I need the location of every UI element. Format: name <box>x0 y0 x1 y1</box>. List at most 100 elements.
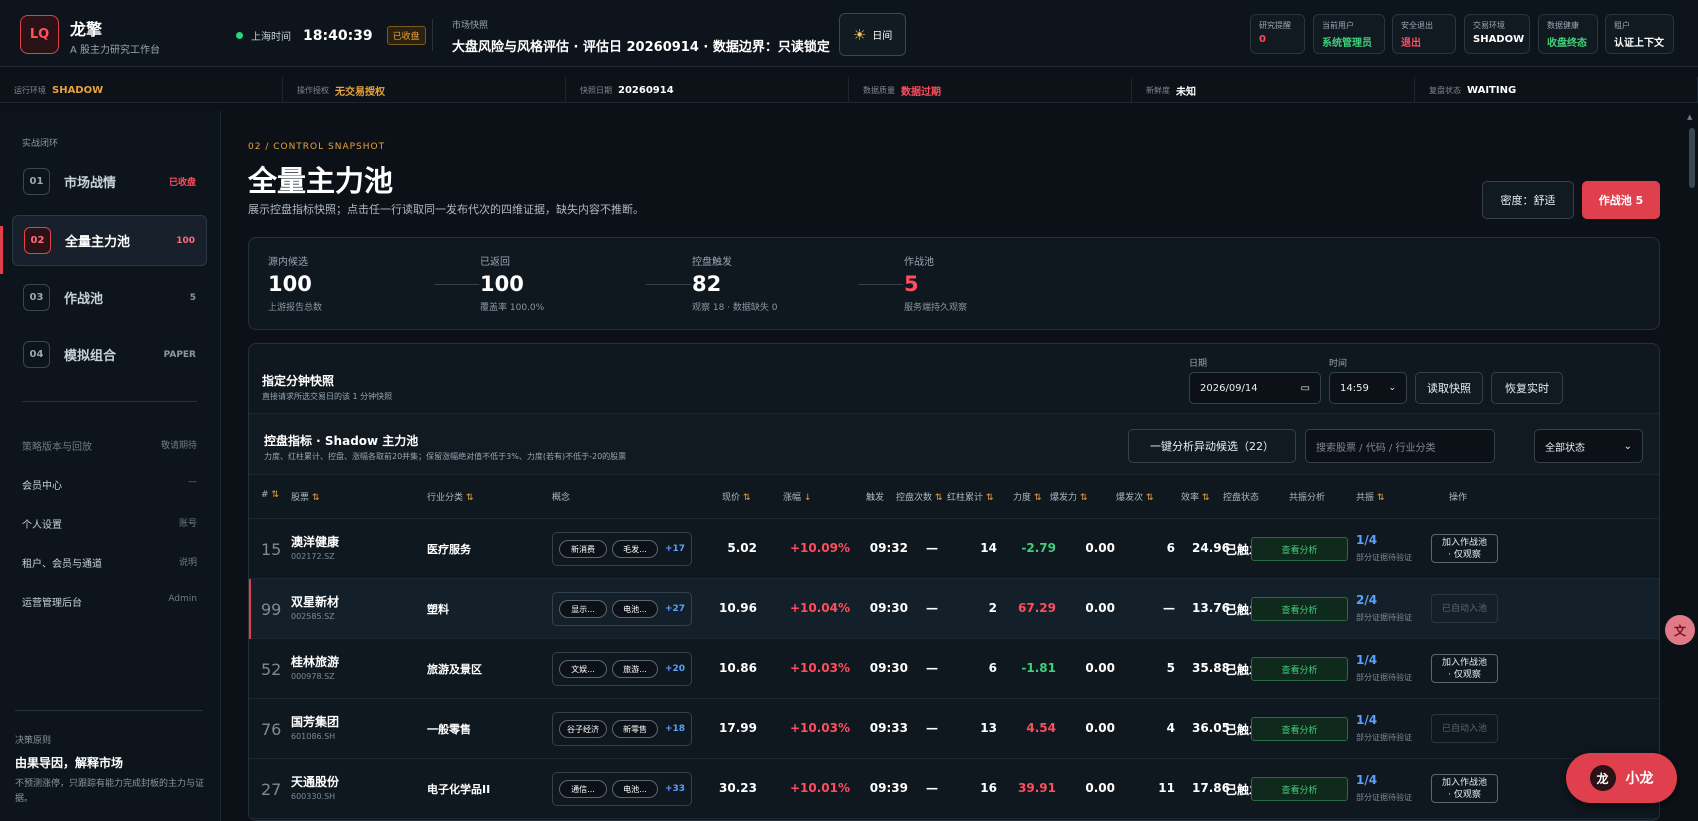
time-value: 14:59 <box>1340 382 1369 394</box>
column-header-cons[interactable]: 共振 ⇅ <box>1356 490 1385 503</box>
auto-added-label: 已自动入池 <box>1431 594 1498 623</box>
status-chip-2[interactable]: 安全退出 退出 <box>1392 14 1456 54</box>
sidebar-link-3[interactable]: 租户、会员与通道 说明 <box>22 555 197 570</box>
concept-more[interactable]: +17 <box>665 544 685 554</box>
table-row[interactable]: 15 澳洋健康 002172.SZ 医疗服务 新消费 毛发... +17 5.02 +10.09… <box>249 519 1659 579</box>
column-header-change[interactable]: 涨幅 ↓ <box>783 490 812 503</box>
column-label: 操作 <box>1449 493 1468 503</box>
stock-name[interactable]: 双星新材 <box>291 593 339 610</box>
column-header-burst_n[interactable]: 爆发次 ⇅ <box>1116 490 1154 503</box>
stock-name[interactable]: 国芳集团 <box>291 713 339 730</box>
concept-tags[interactable]: 通信... 电池... +33 <box>552 772 692 806</box>
concept-tag[interactable]: 显示... <box>559 600 607 618</box>
table-row[interactable]: 27 天通股份 600330.SH 电子化学品II 通信... 电池... +33 30.23… <box>249 759 1659 819</box>
status-chip-0[interactable]: 研究提醒 0 <box>1250 14 1305 54</box>
scrollbar-thumb[interactable] <box>1689 128 1695 188</box>
top-bar: LQ 龙擎 A 股主力研究工作台 上海时间 18:40:39 已收盘 市场快照 … <box>0 0 1698 67</box>
env-value: 数据过期 <box>901 86 941 98</box>
time-select[interactable]: 14:59 ⌄ <box>1329 372 1407 404</box>
table-row[interactable]: 76 国芳集团 601086.SH 一般零售 谷子经济 新零售 +18 17.99 +10.03… <box>249 699 1659 759</box>
read-snapshot-button[interactable]: 读取快照 <box>1415 372 1483 404</box>
column-header-force[interactable]: 力度 ⇅ <box>1013 490 1042 503</box>
concept-tags[interactable]: 谷子经济 新零售 +18 <box>552 712 692 746</box>
table-row[interactable]: 52 桂林旅游 000978.SZ 旅游及景区 文娱... 旅游... +20 10.86 +1… <box>249 639 1659 699</box>
resonance-note: 部分证据待验证 <box>1356 793 1412 802</box>
stock-name[interactable]: 天通股份 <box>291 773 339 790</box>
concept-tag[interactable]: 文娱... <box>559 660 607 678</box>
view-analysis-button[interactable]: 查看分析 <box>1251 777 1348 801</box>
sidebar-item-3[interactable]: 03 作战池 5 <box>12 272 207 323</box>
concept-tags[interactable]: 文娱... 旅游... +20 <box>552 652 692 686</box>
concept-more[interactable]: +27 <box>665 604 685 614</box>
status-chip-3[interactable]: 交易环境 SHADOW <box>1464 14 1530 54</box>
add-to-pool-button[interactable]: 加入作战池 · 仅观察 <box>1431 534 1498 563</box>
table-row[interactable]: 99 双星新材 002585.SZ 塑料 显示... 电池... +27 10.96 +10.0… <box>249 579 1659 639</box>
add-to-pool-button[interactable]: 加入作战池 · 仅观察 <box>1431 654 1498 683</box>
battle-pool-button[interactable]: 作战池 5 <box>1582 181 1660 219</box>
column-label: 效率 <box>1181 493 1200 503</box>
analyze-anomalies-button[interactable]: 一键分析异动候选（22） <box>1128 429 1296 463</box>
concept-tags[interactable]: 显示... 电池... +27 <box>552 592 692 626</box>
stat-sub: 上游报告总数 <box>268 303 323 313</box>
column-header-eff[interactable]: 效率 ⇅ <box>1181 490 1210 503</box>
concept-tag[interactable]: 电池... <box>612 780 658 798</box>
stock-name[interactable]: 澳洋健康 <box>291 533 339 550</box>
concept-tag[interactable]: 谷子经济 <box>559 720 607 738</box>
assistant-button[interactable]: 龙 小龙 <box>1566 753 1677 803</box>
column-header-burst[interactable]: 爆发力 ⇅ <box>1050 490 1088 503</box>
status-chip-value: 认证上下文 <box>1614 38 1664 49</box>
view-analysis-button[interactable]: 查看分析 <box>1251 537 1348 561</box>
row-index: 99 <box>261 600 282 619</box>
concept-tags[interactable]: 新消费 毛发... +17 <box>552 532 692 566</box>
sidebar-link-1[interactable]: 会员中心 — <box>22 477 197 492</box>
brand-name: 龙擎 <box>70 20 103 39</box>
concept-more[interactable]: +20 <box>665 664 685 674</box>
concept-more[interactable]: +33 <box>665 784 685 794</box>
table-header: # ⇅ 股票 ⇅ 行业分类 ⇅ 概念 现价 ⇅ 涨幅 ↓ 触发 控盘次数 ⇅ 红柱累计 ⇅ 力度 ⇅ 爆发力 ⇅ 爆发次… <box>249 475 1659 519</box>
live-status-dot <box>236 32 243 39</box>
column-label: 爆发力 <box>1050 493 1078 503</box>
column-header-stock[interactable]: 股票 ⇅ <box>291 490 320 503</box>
status-filter-select[interactable]: 全部状态 ⌄ <box>1534 429 1643 463</box>
status-chip-1[interactable]: 当前用户 系统管理员 <box>1313 14 1385 54</box>
resonance-note: 部分证据待验证 <box>1356 613 1412 622</box>
view-analysis-button[interactable]: 查看分析 <box>1251 597 1348 621</box>
column-header-idx[interactable]: # ⇅ <box>261 490 279 500</box>
column-header-red[interactable]: 红柱累计 ⇅ <box>947 490 994 503</box>
brand-logo[interactable]: LQ <box>20 15 59 54</box>
scroll-up-arrow[interactable]: ▲ <box>1687 113 1692 121</box>
translate-icon[interactable]: 文 <box>1665 615 1695 645</box>
concept-tag[interactable]: 旅游... <box>612 660 658 678</box>
status-chip-4[interactable]: 数据健康 收盘终态 <box>1538 14 1598 54</box>
action-sublabel: · 仅观察 <box>1448 549 1481 560</box>
page-title: 全量主力池 <box>248 164 394 198</box>
date-input[interactable]: 2026/09/14 ▭ <box>1189 372 1321 404</box>
industry: 一般零售 <box>427 723 471 736</box>
concept-tag[interactable]: 毛发... <box>612 540 658 558</box>
status-chip-5[interactable]: 租户 认证上下文 <box>1605 14 1674 54</box>
view-analysis-button[interactable]: 查看分析 <box>1251 657 1348 681</box>
sidebar-item-2[interactable]: 02 全量主力池 100 <box>12 215 207 266</box>
concept-more[interactable]: +18 <box>665 724 685 734</box>
add-to-pool-button[interactable]: 加入作战池 · 仅观察 <box>1431 774 1498 803</box>
concept-tag[interactable]: 新零售 <box>612 720 658 738</box>
concept-tag[interactable]: 电池... <box>612 600 658 618</box>
concept-tag[interactable]: 新消费 <box>559 540 607 558</box>
sidebar-link-2[interactable]: 个人设置 账号 <box>22 516 197 531</box>
theme-toggle-button[interactable]: ☀ 日间 <box>839 13 906 56</box>
restore-live-button[interactable]: 恢复实时 <box>1491 372 1563 404</box>
industry: 电子化学品II <box>427 783 491 796</box>
search-input[interactable]: 搜索股票 / 代码 / 行业分类 <box>1305 429 1495 463</box>
concept-tag[interactable]: 通信... <box>559 780 607 798</box>
sidebar-item-1[interactable]: 01 市场战情 已收盘 <box>12 156 207 207</box>
pool-toolbar: 控盘指标 · Shadow 主力池 力度、红柱累计、控盘、涨幅各取前20并集；保… <box>249 413 1659 475</box>
density-button[interactable]: 密度：舒适 <box>1482 181 1574 219</box>
column-header-price[interactable]: 现价 ⇅ <box>722 490 751 503</box>
stock-name[interactable]: 桂林旅游 <box>291 653 339 670</box>
column-header-ctrl[interactable]: 控盘次数 ⇅ <box>896 490 943 503</box>
view-analysis-button[interactable]: 查看分析 <box>1251 717 1348 741</box>
sidebar-link-hint: — <box>188 477 197 487</box>
sidebar-item-4[interactable]: 04 模拟组合 PAPER <box>12 329 207 380</box>
column-header-industry[interactable]: 行业分类 ⇅ <box>427 490 474 503</box>
sidebar-link-4[interactable]: 运营管理后台 Admin <box>22 594 197 609</box>
